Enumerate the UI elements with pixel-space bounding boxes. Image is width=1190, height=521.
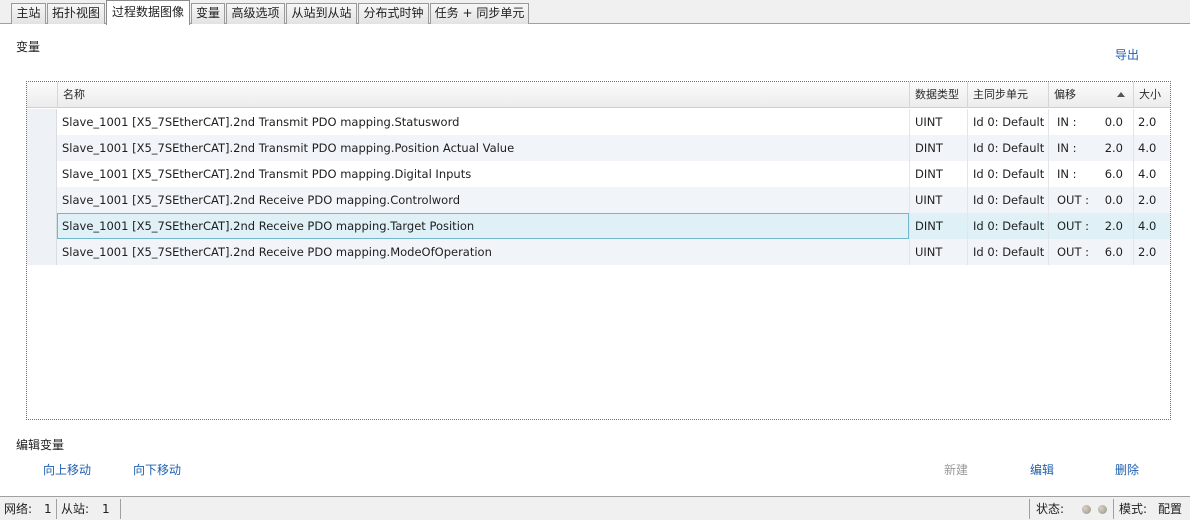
tab-topology-view[interactable]: 拓扑视图 <box>47 3 105 24</box>
new-link[interactable]: 新建 <box>944 461 968 478</box>
cell-data-type: UINT <box>909 109 967 135</box>
slave-label: 从站: <box>61 502 90 516</box>
cell-name: Slave_1001 [X5_7SEtherCAT].2nd Receive P… <box>57 213 909 239</box>
status-separator <box>56 499 57 519</box>
tab-strip: 主站 拓扑视图 过程数据图像 变量 高级选项 从站到从站 分布式时钟 任务 + … <box>0 0 1190 25</box>
cell-data-type: DINT <box>909 213 967 239</box>
tab-process-data-image[interactable]: 过程数据图像 <box>106 0 190 25</box>
cell-offset-direction: IN : <box>1057 115 1077 129</box>
table-row[interactable]: Slave_1001 [X5_7SEtherCAT].2nd Receive P… <box>27 187 1170 213</box>
status-separator <box>120 499 121 519</box>
cell-name: Slave_1001 [X5_7SEtherCAT].2nd Transmit … <box>62 167 472 181</box>
slave-value: 1 <box>102 502 110 516</box>
column-header-name[interactable]: 名称 <box>57 82 909 108</box>
header-row-indicator <box>27 82 57 108</box>
cell-offset-direction: IN : <box>1057 141 1077 155</box>
column-header-offset-label: 偏移 <box>1054 88 1076 101</box>
move-up-link[interactable]: 向上移动 <box>43 461 91 478</box>
column-header-offset[interactable]: 偏移 <box>1048 82 1133 108</box>
cell-offset-value: 2.0 <box>1104 219 1123 233</box>
row-indicator[interactable] <box>27 213 57 239</box>
cell-size: 4.0 <box>1133 161 1170 187</box>
variables-section-title: 变量 <box>16 40 41 54</box>
tab-slave-to-slave[interactable]: 从站到从站 <box>286 3 357 24</box>
tab-task-sync-unit[interactable]: 任务 + 同步单元 <box>430 3 529 24</box>
tab-variables[interactable]: 变量 <box>191 3 225 24</box>
status-led-icon <box>1082 505 1091 514</box>
row-indicator[interactable] <box>27 135 57 161</box>
column-header-sync-unit[interactable]: 主同步单元 <box>967 82 1048 108</box>
cell-name: Slave_1001 [X5_7SEtherCAT].2nd Transmit … <box>62 141 515 155</box>
network-label: 网络: <box>4 502 33 516</box>
delete-link[interactable]: 删除 <box>1115 461 1139 478</box>
move-down-link[interactable]: 向下移动 <box>133 461 181 478</box>
network-value: 1 <box>44 502 52 516</box>
cell-offset-direction: IN : <box>1057 167 1077 181</box>
cell-name: Slave_1001 [X5_7SEtherCAT].2nd Receive P… <box>62 193 461 207</box>
cell-offset-direction: OUT : <box>1057 219 1090 233</box>
cell-sync-unit: Id 0: Default 0 <box>967 161 1048 187</box>
cell-sync-unit: Id 0: Default 0 <box>967 213 1048 239</box>
column-header-data-type[interactable]: 数据类型 <box>909 82 967 108</box>
table-row[interactable]: Slave_1001 [X5_7SEtherCAT].2nd Transmit … <box>27 135 1170 161</box>
cell-offset-value: 6.0 <box>1104 245 1123 259</box>
table-row[interactable]: Slave_1001 [X5_7SEtherCAT].2nd Transmit … <box>27 109 1170 135</box>
cell-size: 2.0 <box>1133 239 1170 265</box>
cell-offset-value: 6.0 <box>1104 167 1123 181</box>
cell-offset-value: 2.0 <box>1104 141 1123 155</box>
status-separator <box>1113 499 1114 519</box>
cell-offset: IN : 6.0 <box>1048 161 1133 187</box>
grid-header: 名称 数据类型 主同步单元 偏移 大小 <box>27 82 1170 108</box>
tab-distributed-clocks[interactable]: 分布式时钟 <box>358 3 429 24</box>
cell-data-type: DINT <box>909 135 967 161</box>
cell-sync-unit: Id 0: Default 0 <box>967 239 1048 265</box>
sort-ascending-icon <box>1117 92 1125 97</box>
variables-grid[interactable]: 名称 数据类型 主同步单元 偏移 大小 Slave_1001 [X5_7SEth… <box>26 81 1171 420</box>
status-bar: 网络: 1 从站: 1 状态: 模式: 配置 <box>0 496 1190 520</box>
cell-name: Slave_1001 [X5_7SEtherCAT].2nd Transmit … <box>62 115 460 129</box>
row-indicator[interactable] <box>27 161 57 187</box>
cell-sync-unit: Id 0: Default 0 <box>967 187 1048 213</box>
cell-offset-value: 0.0 <box>1104 193 1123 207</box>
table-row[interactable]: Slave_1001 [X5_7SEtherCAT].2nd Transmit … <box>27 161 1170 187</box>
tab-master[interactable]: 主站 <box>11 3 46 24</box>
cell-offset: OUT : 0.0 <box>1048 187 1133 213</box>
cell-size: 2.0 <box>1133 187 1170 213</box>
cell-size: 4.0 <box>1133 135 1170 161</box>
cell-data-type: UINT <box>909 239 967 265</box>
tab-advanced-options[interactable]: 高级选项 <box>226 3 285 24</box>
cell-offset-direction: OUT : <box>1057 245 1090 259</box>
cell-sync-unit: Id 0: Default 0 <box>967 135 1048 161</box>
cell-offset: OUT : 2.0 <box>1048 213 1133 239</box>
cell-data-type: DINT <box>909 161 967 187</box>
cell-offset-direction: OUT : <box>1057 193 1090 207</box>
row-indicator[interactable] <box>27 187 57 213</box>
status-separator <box>1029 499 1030 519</box>
column-header-size[interactable]: 大小 <box>1133 82 1170 108</box>
cell-offset: IN : 0.0 <box>1048 109 1133 135</box>
row-indicator[interactable] <box>27 239 57 265</box>
mode-label: 模式: <box>1119 502 1148 516</box>
cell-offset: OUT : 6.0 <box>1048 239 1133 265</box>
status-led-icon <box>1098 505 1107 514</box>
edit-link[interactable]: 编辑 <box>1030 461 1054 478</box>
mode-value: 配置 <box>1158 502 1183 516</box>
edit-variables-title: 编辑变量 <box>16 438 65 452</box>
export-link[interactable]: 导出 <box>1115 46 1139 63</box>
row-indicator[interactable] <box>27 109 57 135</box>
cell-size: 4.0 <box>1133 213 1170 239</box>
cell-sync-unit: Id 0: Default 0 <box>967 109 1048 135</box>
cell-name: Slave_1001 [X5_7SEtherCAT].2nd Receive P… <box>62 245 492 259</box>
cell-offset: IN : 2.0 <box>1048 135 1133 161</box>
cell-offset-value: 0.0 <box>1104 115 1123 129</box>
cell-data-type: UINT <box>909 187 967 213</box>
status-label: 状态: <box>1036 502 1065 516</box>
table-row-selected[interactable]: Slave_1001 [X5_7SEtherCAT].2nd Receive P… <box>27 213 1170 239</box>
table-row[interactable]: Slave_1001 [X5_7SEtherCAT].2nd Receive P… <box>27 239 1170 265</box>
cell-size: 2.0 <box>1133 109 1170 135</box>
